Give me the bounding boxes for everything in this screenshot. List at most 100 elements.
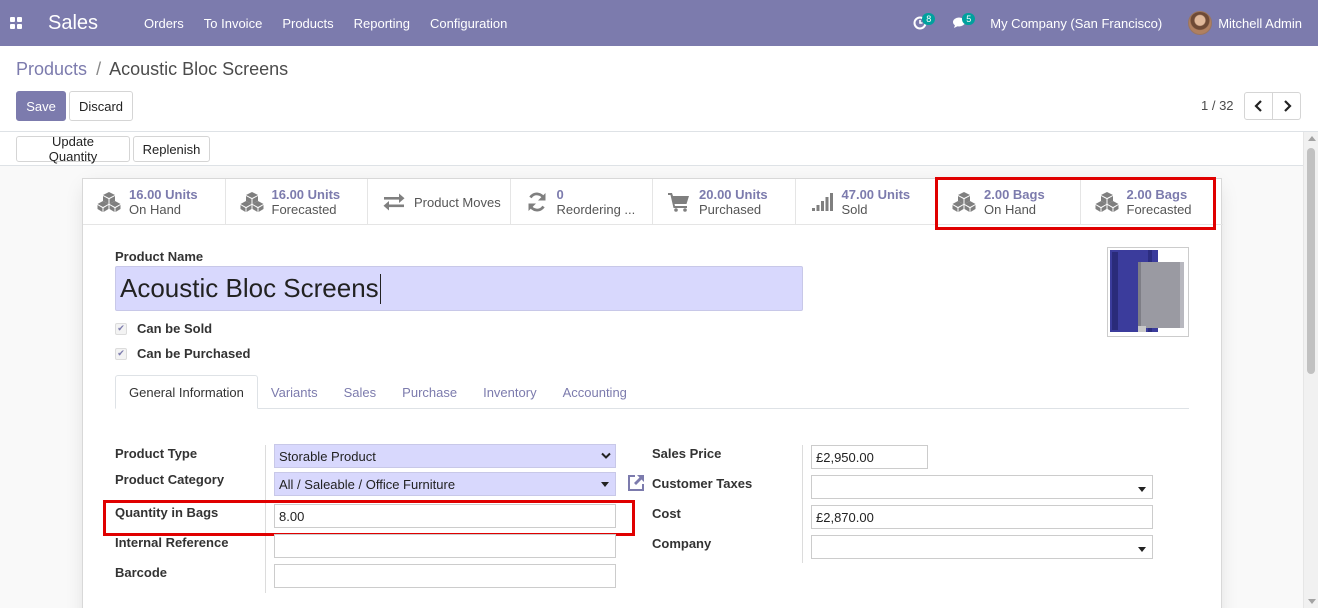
- pager-previous-button[interactable]: [1244, 92, 1273, 120]
- cubes-icon: [238, 190, 266, 214]
- customer-taxes-input[interactable]: [811, 475, 1153, 499]
- form-statusbar: Update Quantity Replenish: [0, 132, 1318, 166]
- tab-sales[interactable]: Sales: [331, 375, 390, 409]
- breadcrumb-separator: /: [96, 59, 102, 79]
- menu-configuration[interactable]: Configuration: [430, 16, 507, 31]
- save-button[interactable]: Save: [16, 91, 66, 121]
- external-link-icon[interactable]: [626, 473, 646, 493]
- qty-bags-value: 8.00: [279, 508, 305, 524]
- smart-button-units-forecasted[interactable]: 16.00 Units Forecasted: [226, 179, 368, 225]
- smart-button-units-on-hand[interactable]: 16.00 Units On Hand: [83, 179, 226, 225]
- breadcrumb-products-link[interactable]: Products: [16, 59, 87, 79]
- chevron-left-icon: [1253, 100, 1262, 112]
- vertical-scrollbar[interactable]: [1303, 132, 1318, 608]
- product-category-label: Product Category: [115, 472, 225, 487]
- replenish-button[interactable]: Replenish: [133, 136, 210, 162]
- menu-reporting[interactable]: Reporting: [354, 16, 410, 31]
- chevron-right-icon: [1283, 100, 1292, 112]
- customer-taxes-label: Customer Taxes: [652, 476, 753, 491]
- menu-to-invoice[interactable]: To Invoice: [204, 16, 263, 31]
- product-name-value: Acoustic Bloc Screens: [120, 273, 379, 303]
- smart-value: 16.00 Units: [129, 187, 198, 202]
- breadcrumb-current: Acoustic Bloc Screens: [109, 59, 289, 79]
- smart-label: On Hand: [129, 202, 182, 217]
- scroll-down-arrow[interactable]: [1308, 599, 1316, 604]
- qty-bags-input[interactable]: 8.00: [274, 504, 616, 528]
- sales-price-input[interactable]: £2,950.00: [811, 445, 928, 469]
- tab-accounting[interactable]: Accounting: [550, 375, 640, 409]
- product-image[interactable]: [1107, 247, 1189, 337]
- qty-bags-label: Quantity in Bags: [115, 505, 219, 520]
- company-label: Company: [652, 536, 712, 551]
- smart-value: 16.00 Units: [271, 187, 341, 202]
- smart-value: 47.00 Units: [841, 187, 911, 202]
- can-be-purchased-checkbox[interactable]: ✔: [115, 347, 127, 360]
- smart-value: 0: [556, 187, 564, 202]
- right-column-divider: [802, 445, 803, 563]
- internal-reference-label: Internal Reference: [115, 535, 229, 550]
- sales-price-label: Sales Price: [652, 446, 722, 461]
- can-be-sold-checkbox[interactable]: ✔: [115, 322, 127, 335]
- product-name-input[interactable]: Acoustic Bloc Screens: [115, 266, 803, 311]
- highlight-box-bag-buttons: [935, 177, 1216, 230]
- can-be-purchased-label: Can be Purchased: [137, 346, 251, 361]
- menu-products[interactable]: Products: [282, 16, 333, 31]
- messages-button[interactable]: 5: [940, 0, 980, 46]
- discard-button[interactable]: Discard: [69, 91, 133, 121]
- scroll-up-arrow[interactable]: [1308, 136, 1316, 141]
- menu-orders[interactable]: Orders: [144, 16, 184, 31]
- smart-label: Product Moves: [414, 194, 501, 210]
- update-quantity-button[interactable]: Update Quantity: [16, 134, 130, 164]
- apps-menu-icon[interactable]: [0, 0, 32, 46]
- tab-general-information[interactable]: General Information: [115, 375, 258, 409]
- app-name[interactable]: Sales: [48, 12, 98, 35]
- internal-reference-input[interactable]: [274, 534, 616, 558]
- refresh-icon: [523, 190, 551, 214]
- sales-price-value: £2,950.00: [816, 449, 874, 465]
- cost-input[interactable]: £2,870.00: [811, 505, 1153, 529]
- smart-button-reordering[interactable]: 0 Reordering ...: [511, 179, 653, 225]
- activity-count-badge: 8: [922, 13, 936, 25]
- form-sheet: 16.00 Units On Hand 16.00 Units Forecasted…: [82, 177, 1223, 608]
- can-be-sold-label: Can be Sold: [137, 321, 213, 336]
- tab-inventory[interactable]: Inventory: [470, 375, 549, 409]
- chevron-down-icon: [601, 452, 611, 459]
- can-be-purchased-row: ✔ Can be Purchased: [115, 346, 250, 361]
- signal-icon: [808, 190, 836, 214]
- avatar: [1188, 11, 1213, 35]
- caret-down-icon: [601, 482, 609, 487]
- product-type-select[interactable]: Storable Product: [274, 444, 616, 468]
- product-category-select[interactable]: All / Saleable / Office Furniture: [274, 472, 616, 496]
- breadcrumb: Products / Acoustic Bloc Screens: [16, 59, 288, 80]
- smart-button-product-moves[interactable]: Product Moves: [368, 179, 511, 225]
- product-type-value: Storable Product: [279, 448, 376, 464]
- scroll-thumb[interactable]: [1307, 148, 1315, 374]
- pager-next-button[interactable]: [1272, 92, 1301, 120]
- caret-down-icon: [1138, 547, 1146, 552]
- cost-label: Cost: [652, 506, 681, 521]
- smart-value: 20.00 Units: [699, 187, 768, 202]
- tab-purchase[interactable]: Purchase: [389, 375, 470, 409]
- caret-down-icon: [1138, 487, 1146, 492]
- pager-value[interactable]: 1 / 32: [1201, 98, 1234, 113]
- tab-variants[interactable]: Variants: [258, 375, 331, 409]
- exchange-icon: [380, 190, 408, 214]
- user-menu[interactable]: Mitchell Admin: [1188, 11, 1302, 35]
- smart-button-sold[interactable]: 47.00 Units Sold: [796, 179, 938, 225]
- notebook-tabs: General Information Variants Sales Purch…: [115, 375, 1189, 409]
- top-navbar: Sales Orders To Invoice Products Reporti…: [0, 0, 1318, 46]
- activity-button[interactable]: 8: [900, 0, 940, 46]
- barcode-label: Barcode: [115, 565, 168, 580]
- barcode-input[interactable]: [274, 564, 616, 588]
- company-input[interactable]: [811, 535, 1153, 559]
- cart-icon: [665, 190, 693, 214]
- company-switcher[interactable]: My Company (San Francisco): [990, 16, 1162, 31]
- smart-label: Forecasted: [271, 202, 337, 217]
- smart-label: Purchased: [699, 202, 762, 217]
- cost-value: £2,870.00: [816, 509, 874, 525]
- smart-label: Sold: [841, 202, 868, 217]
- text-cursor: [379, 273, 381, 304]
- user-name: Mitchell Admin: [1218, 15, 1302, 31]
- smart-button-purchased[interactable]: 20.00 Units Purchased: [653, 179, 796, 225]
- form-view: 16.00 Units On Hand 16.00 Units Forecasted…: [0, 166, 1303, 608]
